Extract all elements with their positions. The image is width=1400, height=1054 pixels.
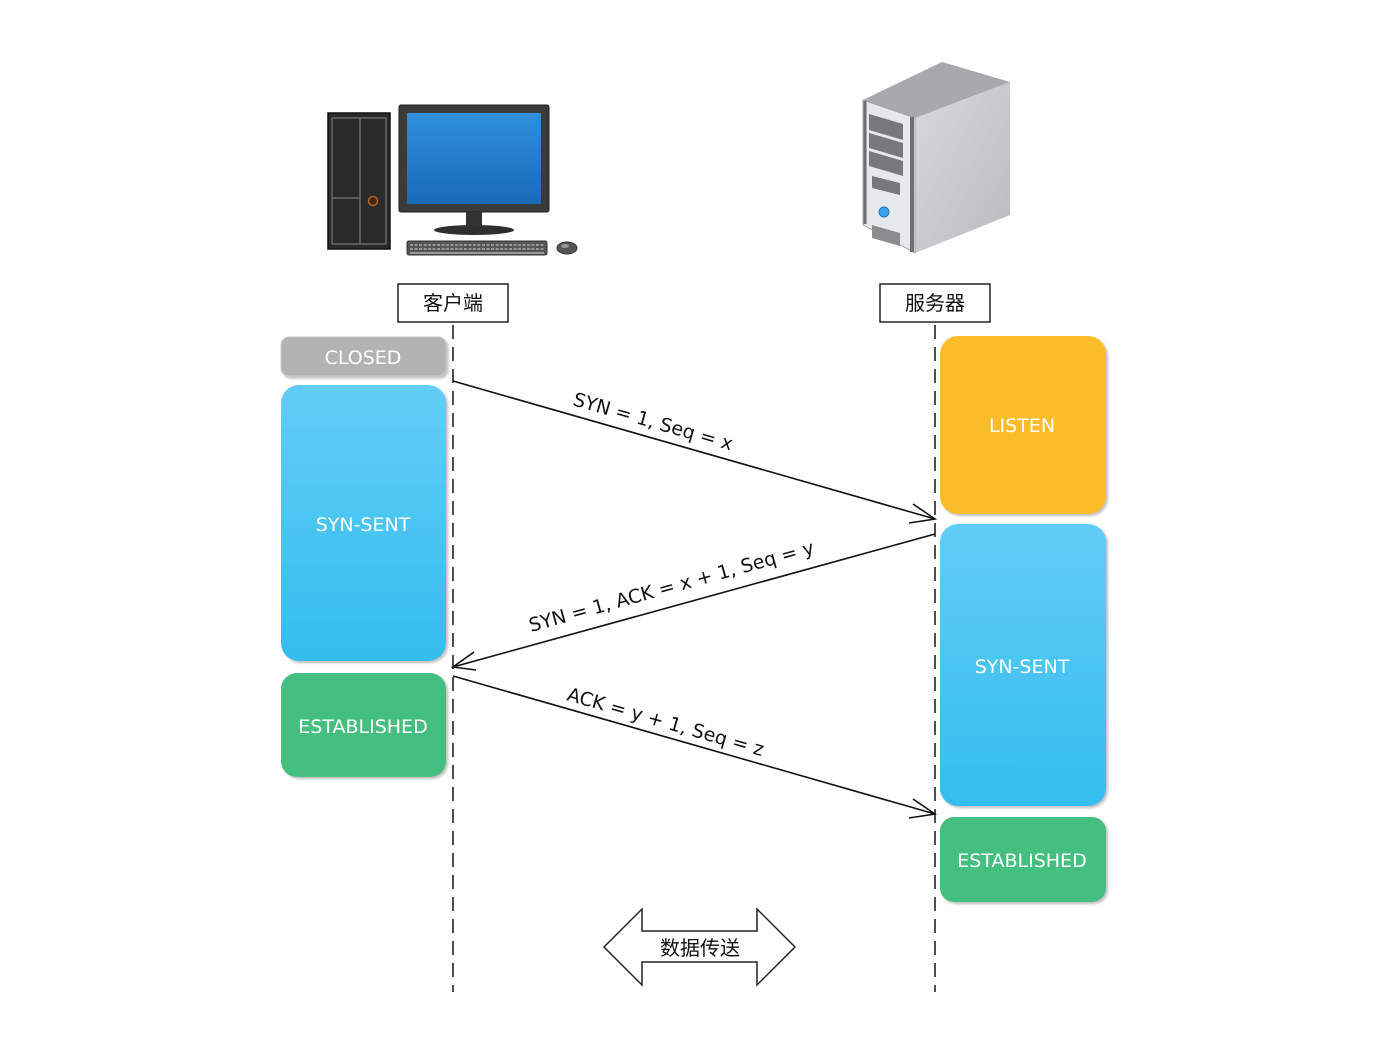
server-tower-icon — [862, 62, 1010, 254]
message-syn-ack: SYN = 1, ACK = x + 1, Seq = y — [450, 533, 936, 671]
message-arrow-line — [452, 380, 936, 520]
message-label: SYN = 1, ACK = x + 1, Seq = y — [526, 537, 816, 637]
state-label: CLOSED — [325, 347, 402, 369]
tcp-handshake-diagram: 客户端 服务器 CLOSED SYN-SENT ESTABLISHED LIST… — [280, 62, 1106, 992]
host-label-server-text: 服务器 — [905, 291, 965, 315]
state-label: LISTEN — [989, 415, 1055, 437]
message-arrow-line — [452, 675, 936, 815]
state-label: SYN-SENT — [316, 514, 411, 536]
server-state-listen: LISTEN — [940, 336, 1106, 514]
host-label-client: 客户端 — [397, 283, 509, 323]
message-ack: ACK = y + 1, Seq = z — [452, 675, 938, 819]
message-label: ACK = y + 1, Seq = z — [565, 684, 767, 761]
server-state-syn-sent: SYN-SENT — [940, 524, 1106, 806]
server-state-established: ESTABLISHED — [940, 817, 1106, 902]
state-label: SYN-SENT — [975, 656, 1070, 678]
message-syn: SYN = 1, Seq = x — [452, 380, 938, 524]
host-label-server: 服务器 — [879, 283, 991, 323]
data-transfer: 数据传送 — [602, 907, 797, 987]
host-label-client-text: 客户端 — [423, 291, 483, 315]
client-state-closed: CLOSED — [280, 336, 447, 377]
message-arrow-line — [452, 533, 936, 668]
client-state-established: ESTABLISHED — [281, 673, 446, 777]
data-transfer-label: 数据传送 — [660, 936, 740, 960]
desktop-computer-icon — [327, 104, 578, 256]
state-label: ESTABLISHED — [298, 716, 427, 738]
state-label: ESTABLISHED — [957, 850, 1086, 872]
client-state-syn-sent: SYN-SENT — [281, 385, 446, 661]
